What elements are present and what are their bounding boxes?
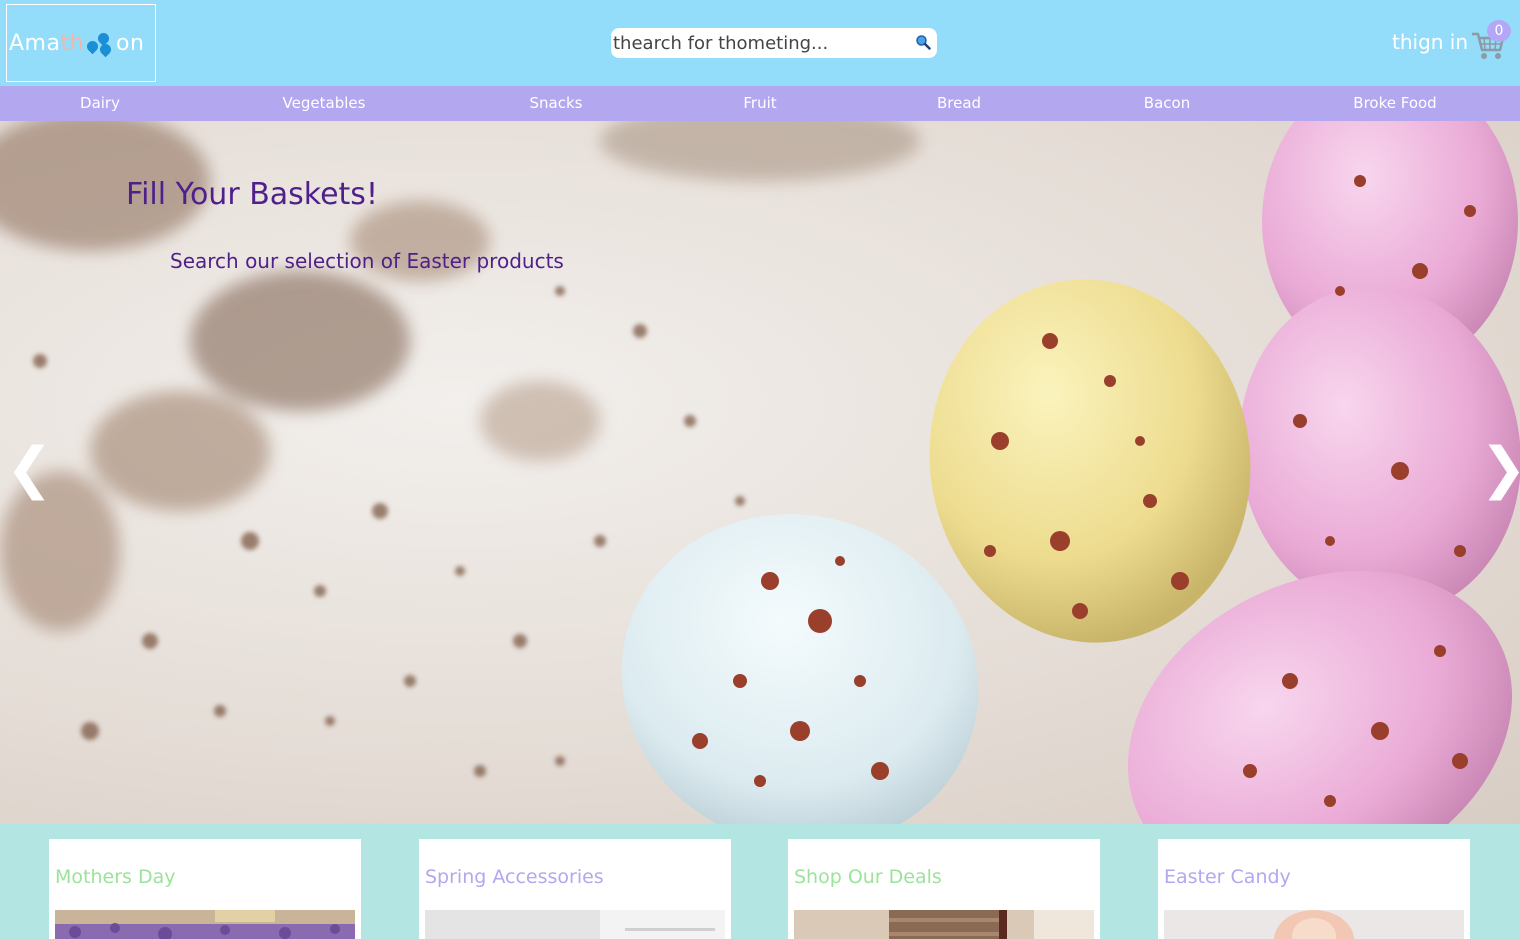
hero-carousel: Fill Your Baskets! Search our selection … [0, 121, 1520, 824]
nav-item-snacks[interactable]: Snacks [530, 94, 583, 112]
cart-count-badge: 0 [1487, 20, 1511, 42]
logo[interactable]: Ama th on [6, 4, 156, 82]
category-nav: Dairy Vegetables Snacks Fruit Bread Baco… [0, 86, 1520, 121]
card-shop-our-deals[interactable]: Shop Our Deals [788, 839, 1100, 939]
logo-part-1: Ama [9, 30, 61, 56]
nav-item-bread[interactable]: Bread [937, 94, 981, 112]
carousel-next-icon[interactable]: ❯ [1480, 441, 1520, 497]
search-input[interactable] [611, 29, 901, 57]
nav-item-broke-food[interactable]: Broke Food [1353, 94, 1436, 112]
shop-deals-image [794, 910, 1094, 939]
spring-accessories-image [425, 910, 725, 939]
logo-part-2: th [60, 30, 85, 56]
logo-part-3: on [116, 30, 145, 56]
carousel-prev-icon[interactable]: ❮ [6, 441, 53, 497]
nav-item-dairy[interactable]: Dairy [80, 94, 120, 112]
card-title: Spring Accessories [425, 866, 604, 888]
card-spring-accessories[interactable]: Spring Accessories [419, 839, 731, 939]
card-title: Easter Candy [1164, 866, 1291, 888]
search-button[interactable] [915, 34, 931, 50]
easter-eggs-image [0, 121, 1520, 824]
card-mothers-day[interactable]: Mothers Day [49, 839, 361, 939]
card-title: Shop Our Deals [794, 866, 942, 888]
water-drops-icon [84, 30, 115, 58]
site-header: Amath on thign in 0 [0, 0, 1520, 86]
sign-in-link[interactable]: thign in [1392, 30, 1468, 54]
easter-candy-image [1164, 910, 1464, 939]
card-title: Mothers Day [55, 866, 176, 888]
logo-text: Ama th on [9, 30, 145, 58]
lavender-field-image [55, 910, 355, 939]
nav-item-vegetables[interactable]: Vegetables [283, 94, 366, 112]
hero-subtitle: Search our selection of Easter products [170, 249, 564, 273]
search-bar [611, 28, 937, 58]
nav-item-bacon[interactable]: Bacon [1144, 94, 1190, 112]
search-icon [916, 35, 931, 50]
card-easter-candy[interactable]: Easter Candy [1158, 839, 1470, 939]
nav-item-fruit[interactable]: Fruit [743, 94, 776, 112]
category-cards: Mothers Day Spring Accessories Shop Our … [0, 824, 1520, 939]
hero-title: Fill Your Baskets! [126, 177, 378, 212]
